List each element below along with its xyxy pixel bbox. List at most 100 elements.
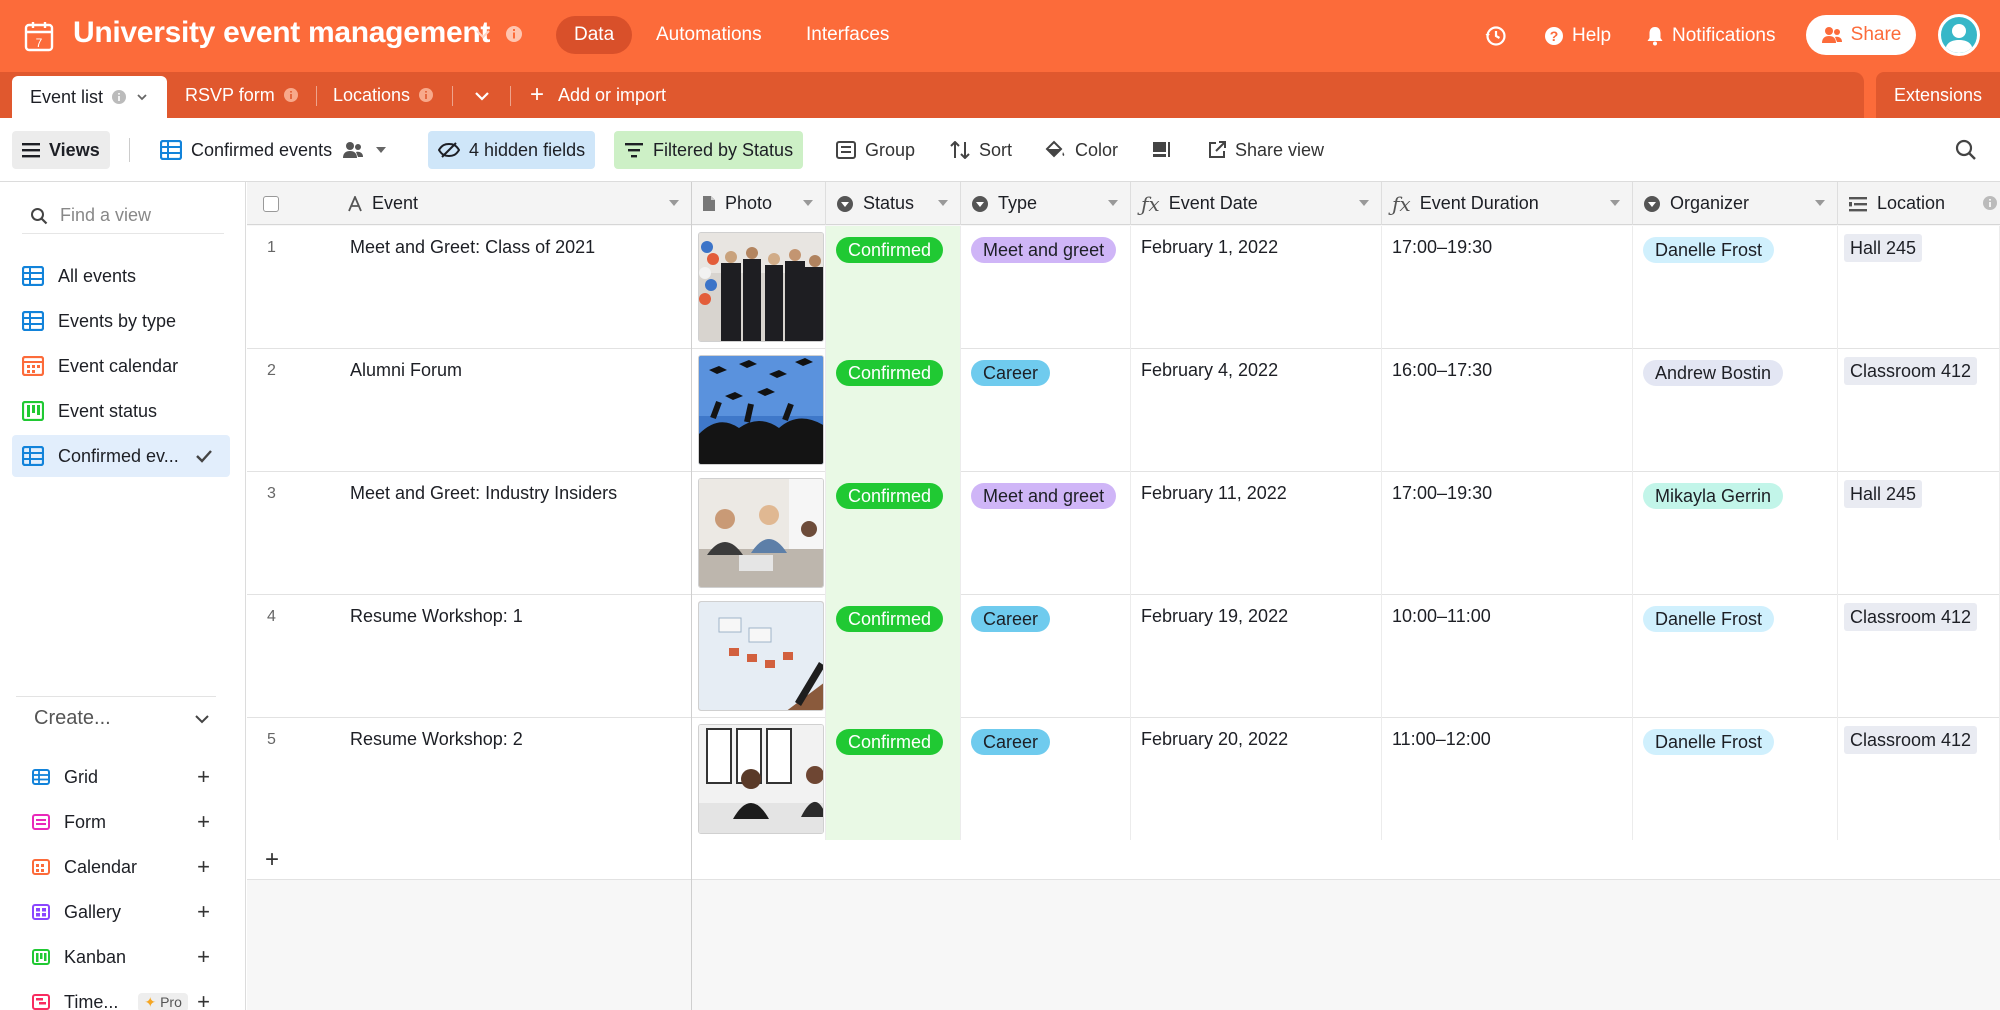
status-cell[interactable]: Confirmed xyxy=(826,472,961,595)
table-tab-rsvp-form[interactable]: RSVP form xyxy=(185,72,299,118)
chevron-down-icon[interactable] xyxy=(474,25,492,43)
create-kanban-view[interactable]: Kanban + xyxy=(32,937,210,977)
photo-cell[interactable] xyxy=(692,595,826,718)
location-cell[interactable]: Classroom 412 xyxy=(1838,718,2000,841)
share-button[interactable]: Share xyxy=(1806,15,1916,55)
event-date-cell[interactable]: February 4, 2022 xyxy=(1131,349,1382,472)
event-cell[interactable]: Resume Workshop: 1 xyxy=(337,595,692,718)
create-view-toggle[interactable]: Create... xyxy=(16,696,216,740)
select-all-checkbox[interactable] xyxy=(263,195,279,212)
find-view-input[interactable]: Find a view xyxy=(22,198,224,234)
location-chip[interactable]: Classroom 412 xyxy=(1844,603,1978,631)
create-calendar-view[interactable]: Calendar + xyxy=(32,847,210,887)
column-header-organizer[interactable]: Organizer xyxy=(1633,182,1838,225)
sidebar-view-confirmed-events[interactable]: Confirmed ev... xyxy=(12,435,230,477)
type-cell[interactable]: Career xyxy=(961,349,1131,472)
current-view-button[interactable]: Confirmed events xyxy=(150,131,398,169)
help-button[interactable]: ? Help xyxy=(1544,16,1611,56)
column-header-location[interactable]: Location xyxy=(1838,182,2000,225)
event-date-cell[interactable]: February 11, 2022 xyxy=(1131,472,1382,595)
status-cell[interactable]: Confirmed xyxy=(826,595,961,718)
status-cell[interactable]: Confirmed xyxy=(826,349,961,472)
sidebar-view-events-by-type[interactable]: Events by type xyxy=(12,300,230,342)
location-chip[interactable]: Hall 245 xyxy=(1844,234,1923,262)
event-duration-cell[interactable]: 17:00–19:30 xyxy=(1382,472,1633,595)
location-chip[interactable]: Hall 245 xyxy=(1844,480,1923,508)
hidden-fields-button[interactable]: 4 hidden fields xyxy=(428,131,596,169)
sidebar-view-event-status[interactable]: Event status xyxy=(12,390,230,432)
location-chip[interactable]: Classroom 412 xyxy=(1844,357,1978,385)
event-photo[interactable] xyxy=(698,601,824,711)
organizer-cell[interactable]: Mikayla Gerrin xyxy=(1633,472,1838,595)
plus-icon[interactable]: + xyxy=(265,846,279,874)
event-date-cell[interactable]: February 1, 2022 xyxy=(1131,226,1382,349)
event-photo[interactable] xyxy=(698,478,824,588)
table-tab-event-list[interactable]: Event list xyxy=(12,76,168,118)
filter-button[interactable]: Filtered by Status xyxy=(614,131,804,169)
add-or-import-button[interactable]: + Add or import xyxy=(530,72,666,118)
event-duration-cell[interactable]: 11:00–12:00 xyxy=(1382,718,1633,841)
organizer-cell[interactable]: Danelle Frost xyxy=(1633,718,1838,841)
column-header-type[interactable]: Type xyxy=(961,182,1131,225)
views-toggle-button[interactable]: Views xyxy=(12,131,110,169)
photo-cell[interactable] xyxy=(692,718,826,841)
photo-cell[interactable] xyxy=(692,349,826,472)
location-chip[interactable]: Classroom 412 xyxy=(1844,726,1978,754)
info-icon[interactable] xyxy=(111,89,127,105)
column-header-status[interactable]: Status xyxy=(826,182,961,225)
chevron-down-icon[interactable] xyxy=(473,88,491,104)
status-cell[interactable]: Confirmed xyxy=(826,718,961,841)
column-header-event-date[interactable]: ƒx Event Date xyxy=(1131,182,1382,225)
type-cell[interactable]: Career xyxy=(961,718,1131,841)
column-header-event[interactable]: Event xyxy=(337,182,692,225)
calendar-icon[interactable]: 7 xyxy=(24,20,54,52)
info-icon[interactable] xyxy=(504,24,524,44)
event-duration-cell[interactable]: 17:00–19:30 xyxy=(1382,226,1633,349)
event-photo[interactable] xyxy=(698,355,824,465)
sidebar-view-event-calendar[interactable]: Event calendar xyxy=(12,345,230,387)
organizer-cell[interactable]: Danelle Frost xyxy=(1633,595,1838,718)
nav-tab-interfaces[interactable]: Interfaces xyxy=(788,16,907,54)
event-cell[interactable]: Meet and Greet: Industry Insiders xyxy=(337,472,692,595)
extensions-button[interactable]: Extensions xyxy=(1876,72,2000,118)
status-cell[interactable]: Confirmed xyxy=(826,226,961,349)
notifications-button[interactable]: Notifications xyxy=(1646,16,1776,56)
caret-down-icon[interactable] xyxy=(669,200,679,206)
sidebar-view-all-events[interactable]: All events xyxy=(12,255,230,297)
table-row[interactable]: 1 Meet and Greet: Class of 2021 Confirme… xyxy=(247,226,2000,349)
type-cell[interactable]: Meet and greet xyxy=(961,472,1131,595)
create-timeline-view[interactable]: Time... ✦ Pro + xyxy=(32,982,210,1010)
create-gallery-view[interactable]: Gallery + xyxy=(32,892,210,932)
table-tab-locations[interactable]: Locations xyxy=(333,72,434,118)
table-row[interactable]: 4 Resume Workshop: 1 Confirmed Career Fe… xyxy=(247,595,2000,718)
event-date-cell[interactable]: February 20, 2022 xyxy=(1131,718,1382,841)
location-cell[interactable]: Hall 245 xyxy=(1838,472,2000,595)
table-row[interactable]: 3 Meet and Greet: Industry Insiders Conf… xyxy=(247,472,2000,595)
location-cell[interactable]: Classroom 412 xyxy=(1838,595,2000,718)
info-icon[interactable] xyxy=(283,87,299,103)
organizer-cell[interactable]: Danelle Frost xyxy=(1633,226,1838,349)
group-button[interactable]: Group xyxy=(826,131,925,169)
info-icon[interactable] xyxy=(418,87,434,103)
type-cell[interactable]: Career xyxy=(961,595,1131,718)
caret-down-icon[interactable] xyxy=(1108,200,1118,206)
column-header-photo[interactable]: Photo xyxy=(692,182,826,225)
table-row[interactable]: 2 Alumni Forum Confirmed Career February… xyxy=(247,349,2000,472)
event-cell[interactable]: Resume Workshop: 2 xyxy=(337,718,692,841)
sort-button[interactable]: Sort xyxy=(940,131,1022,169)
caret-down-icon[interactable] xyxy=(803,200,813,206)
event-cell[interactable]: Alumni Forum xyxy=(337,349,692,472)
create-form-view[interactable]: Form + xyxy=(32,802,210,842)
event-duration-cell[interactable]: 16:00–17:30 xyxy=(1382,349,1633,472)
nav-tab-automations[interactable]: Automations xyxy=(638,16,780,54)
create-grid-view[interactable]: Grid + xyxy=(32,757,210,797)
chevron-down-icon[interactable] xyxy=(135,90,149,104)
caret-down-icon[interactable] xyxy=(1815,200,1825,206)
organizer-cell[interactable]: Andrew Bostin xyxy=(1633,349,1838,472)
event-cell[interactable]: Meet and Greet: Class of 2021 xyxy=(337,226,692,349)
row-height-icon[interactable] xyxy=(1152,141,1172,159)
location-cell[interactable]: Hall 245 xyxy=(1838,226,2000,349)
photo-cell[interactable] xyxy=(692,226,826,349)
color-button[interactable]: Color xyxy=(1034,131,1128,169)
caret-down-icon[interactable] xyxy=(938,200,948,206)
